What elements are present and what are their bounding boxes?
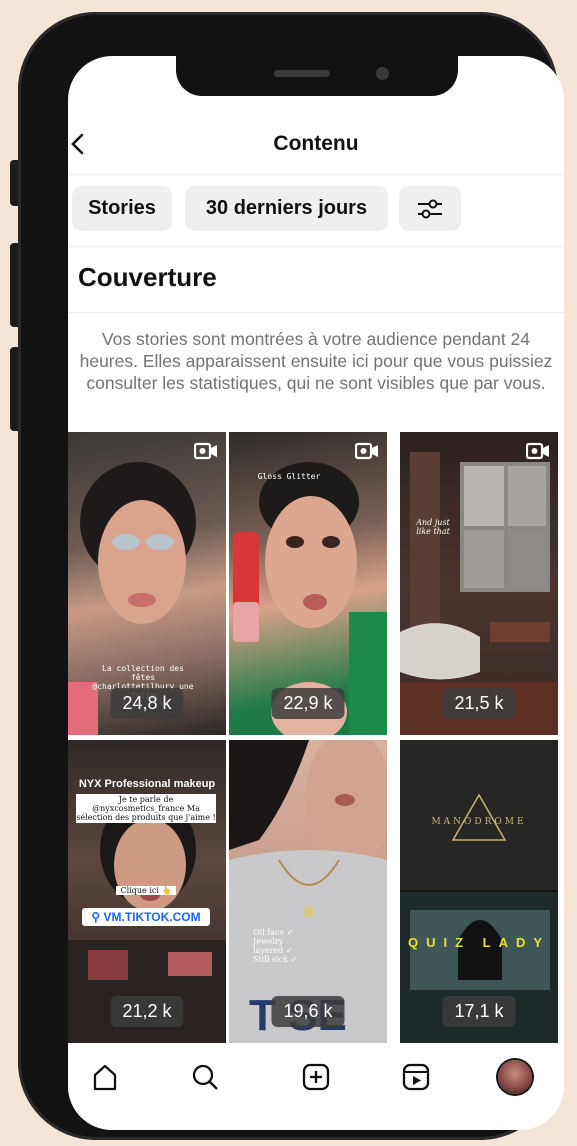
story-tile[interactable]: MANODROME QUIZ LADY 17,1 k: [400, 740, 558, 1043]
sliders-icon: [418, 199, 442, 219]
page-title: Contenu: [273, 132, 359, 155]
story-caption: And just like that: [416, 518, 450, 536]
story-caption: Je te parle de @nyxcosmetics_france Ma s…: [76, 794, 216, 823]
reach-count: 19,6 k: [271, 996, 345, 1027]
story-tile[interactable]: La collection des fêtes @charlottetilbur…: [68, 432, 226, 735]
create-icon[interactable]: [301, 1062, 331, 1092]
video-camera-icon: [194, 442, 217, 460]
story-title-overlay: NYX Professional makeup: [78, 778, 216, 790]
stories-grid: La collection des fêtes @charlottetilbur…: [68, 432, 564, 1044]
bottom-nav: [68, 1054, 564, 1130]
story-caption: QUIZ LADY: [407, 935, 551, 950]
story-caption: Gloss Glitter: [257, 472, 321, 481]
profile-avatar[interactable]: [498, 1060, 532, 1094]
app-screen: Contenu Stories 30 derniers jours Couver…: [68, 56, 564, 1130]
home-icon[interactable]: [90, 1062, 120, 1092]
filter-period-button[interactable]: 30 derniers jours: [185, 186, 388, 231]
section-description: Vos stories sont montrées à votre audien…: [79, 329, 553, 393]
story-tile[interactable]: T SE Oil face ✓ Jewelry layered ✓ Still …: [229, 740, 387, 1043]
link-sticker[interactable]: ⚲ VM.TIKTOK.COM: [82, 908, 210, 926]
video-camera-icon: [526, 442, 549, 460]
link-text: VM.TIKTOK.COM: [103, 910, 201, 924]
phone-notch: [176, 56, 458, 96]
filter-type-button[interactable]: Stories: [72, 186, 172, 231]
story-caption: Clique ici 👆: [116, 886, 176, 895]
reels-icon[interactable]: [401, 1062, 431, 1092]
reach-count: 22,9 k: [271, 688, 345, 719]
story-caption: MANODROME: [431, 817, 527, 827]
top-bar: Contenu: [68, 114, 564, 175]
search-icon[interactable]: [190, 1062, 220, 1092]
reach-count: 21,5 k: [442, 688, 516, 719]
divider: [68, 312, 564, 313]
filter-settings-button[interactable]: [399, 186, 461, 231]
link-icon: ⚲: [91, 910, 101, 924]
story-tile[interactable]: Gloss Glitter 22,9 k: [229, 432, 387, 735]
story-tile[interactable]: And just like that 21,5 k: [400, 432, 558, 735]
divider: [68, 246, 564, 247]
speaker-grille: [274, 70, 330, 77]
story-caption: Oil face ✓ Jewelry layered ✓ Still sick …: [253, 928, 298, 964]
section-title: Couverture: [78, 262, 217, 292]
reach-count: 17,1 k: [442, 996, 516, 1027]
front-camera: [376, 67, 389, 80]
filter-row: Stories 30 derniers jours: [68, 186, 564, 232]
story-tile[interactable]: NYX Professional makeup Je te parle de @…: [68, 740, 226, 1043]
reach-count: 21,2 k: [110, 996, 184, 1027]
phone-frame: Contenu Stories 30 derniers jours Couver…: [18, 12, 564, 1140]
video-camera-icon: [355, 442, 378, 460]
reach-count: 24,8 k: [110, 688, 184, 719]
